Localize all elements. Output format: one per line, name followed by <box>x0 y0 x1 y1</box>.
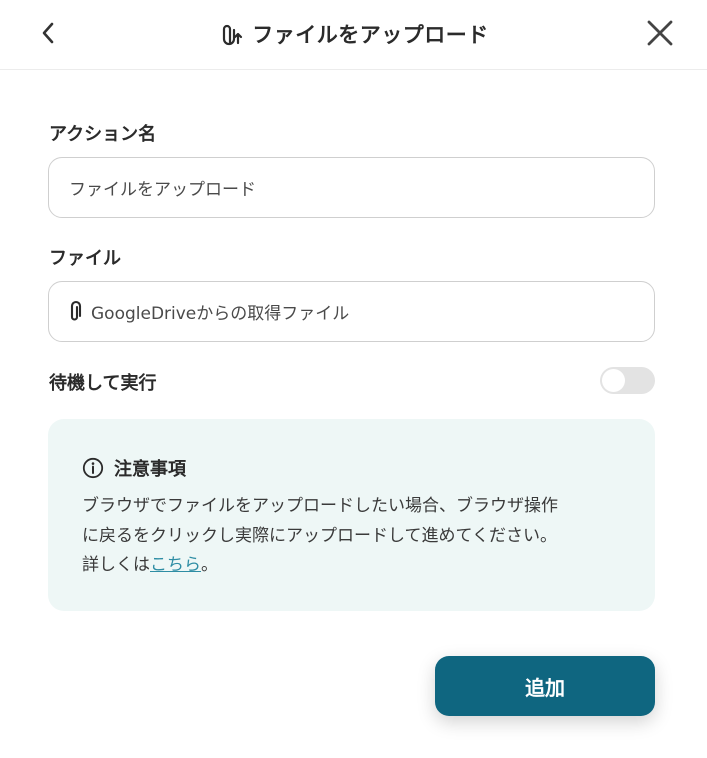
notice-line-2: に戻るをクリックし実際にアップロードして進めてください。 <box>82 525 557 546</box>
notice-line-3: 詳しくはこちら。 <box>82 551 632 581</box>
details-link[interactable]: こちら <box>150 555 201 575</box>
header-bar: ファイルをアップロード <box>0 0 707 70</box>
header-title-group: ファイルをアップロード <box>0 0 707 68</box>
action-name-input[interactable] <box>49 177 654 198</box>
page-title: ファイルをアップロード <box>252 23 489 47</box>
notice-body: ブラウザでファイルをアップロードしたい場合、ブラウザ操作 に戻るをクリックし実際… <box>82 492 632 581</box>
close-button[interactable] <box>644 16 676 50</box>
wait-label: 待機して実行 <box>49 373 157 394</box>
notice-header: 注意事項 <box>82 455 186 481</box>
wait-toggle[interactable] <box>600 367 655 394</box>
close-icon <box>647 20 673 46</box>
paperclip-upload-icon <box>223 24 243 46</box>
add-button[interactable]: 追加 <box>435 656 655 716</box>
notice-box: 注意事項 ブラウザでファイルをアップロードしたい場合、ブラウザ操作 に戻るをクリ… <box>48 419 655 611</box>
info-icon <box>82 457 104 479</box>
file-value: GoogleDriveからの取得ファイル <box>91 304 350 324</box>
action-name-label: アクション名 <box>49 124 157 145</box>
paperclip-icon <box>70 300 82 321</box>
action-name-field[interactable] <box>48 157 655 218</box>
file-label: ファイル <box>49 248 121 269</box>
notice-line-1: ブラウザでファイルをアップロードしたい場合、ブラウザ操作 <box>82 496 558 516</box>
file-field[interactable]: GoogleDriveからの取得ファイル <box>48 281 655 342</box>
toggle-knob <box>602 369 625 392</box>
notice-prefix: 詳しくは <box>82 555 150 575</box>
notice-suffix: 。 <box>201 555 218 575</box>
notice-title: 注意事項 <box>114 459 186 480</box>
